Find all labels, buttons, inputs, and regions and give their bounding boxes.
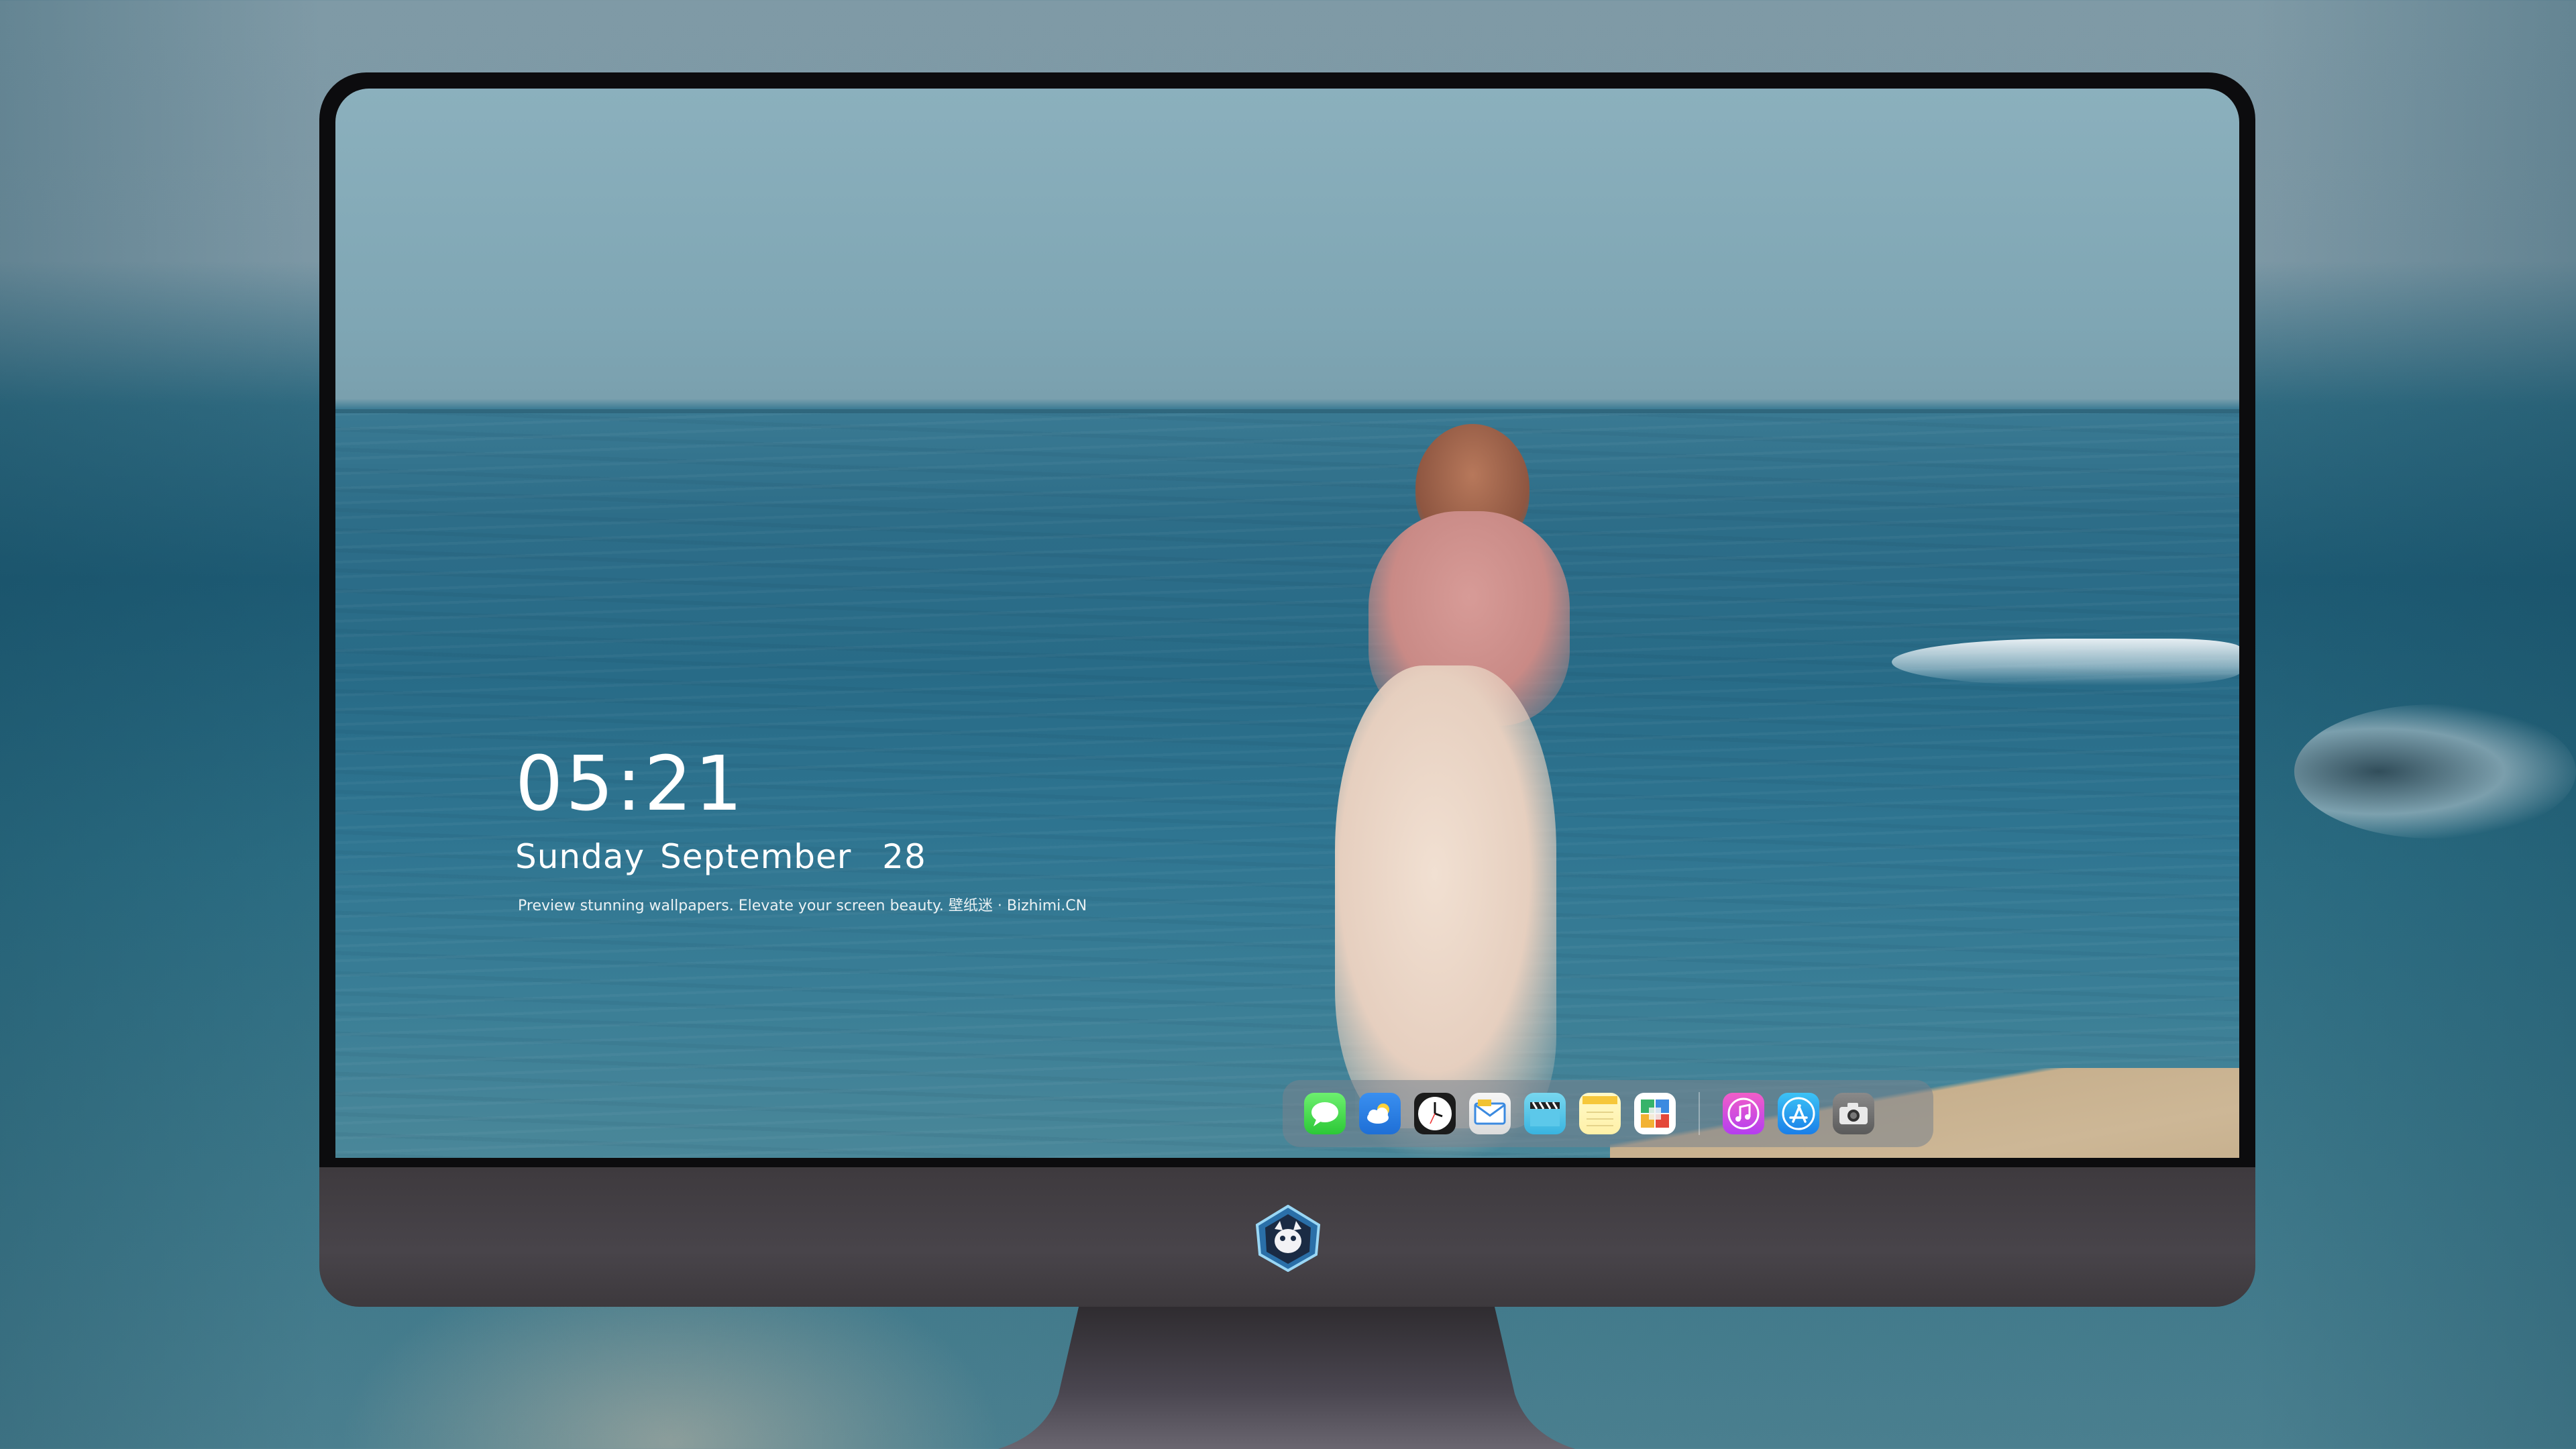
monitor-chin	[319, 1167, 2255, 1307]
dock	[1283, 1080, 1933, 1147]
background-blurred-figure	[2294, 704, 2576, 839]
background-blur-left	[0, 0, 322, 1449]
brand-logo-icon	[1254, 1204, 1322, 1273]
music-icon[interactable]	[1723, 1093, 1764, 1134]
weather-icon[interactable]	[1359, 1093, 1401, 1134]
video-icon[interactable]	[1524, 1093, 1566, 1134]
mail-icon[interactable]	[1469, 1093, 1511, 1134]
app-store-icon[interactable]	[1778, 1093, 1819, 1134]
photos-icon[interactable]	[1634, 1093, 1676, 1134]
dock-separator	[1699, 1092, 1700, 1135]
lockscreen-info: 05:21 Sunday September 28 Preview stunni…	[515, 741, 1087, 915]
messages-icon[interactable]	[1304, 1093, 1346, 1134]
wallpaper-tagline: Preview stunning wallpapers. Elevate you…	[518, 898, 1087, 914]
clock-icon[interactable]	[1414, 1093, 1456, 1134]
clock-date: Sunday September 28	[515, 837, 926, 876]
monitor-bezel: 05:21 Sunday September 28 Preview stunni…	[319, 72, 2255, 1167]
monitor: 05:21 Sunday September 28 Preview stunni…	[319, 72, 2255, 1307]
camera-icon[interactable]	[1833, 1093, 1874, 1134]
monitor-stand	[991, 1307, 1582, 1449]
notes-icon[interactable]	[1579, 1093, 1621, 1134]
wave	[1892, 639, 2239, 686]
wallpaper-person	[1328, 411, 1583, 1158]
person-dress	[1335, 665, 1556, 1128]
clock-time: 05:21	[515, 741, 745, 828]
screen: 05:21 Sunday September 28 Preview stunni…	[335, 89, 2239, 1158]
